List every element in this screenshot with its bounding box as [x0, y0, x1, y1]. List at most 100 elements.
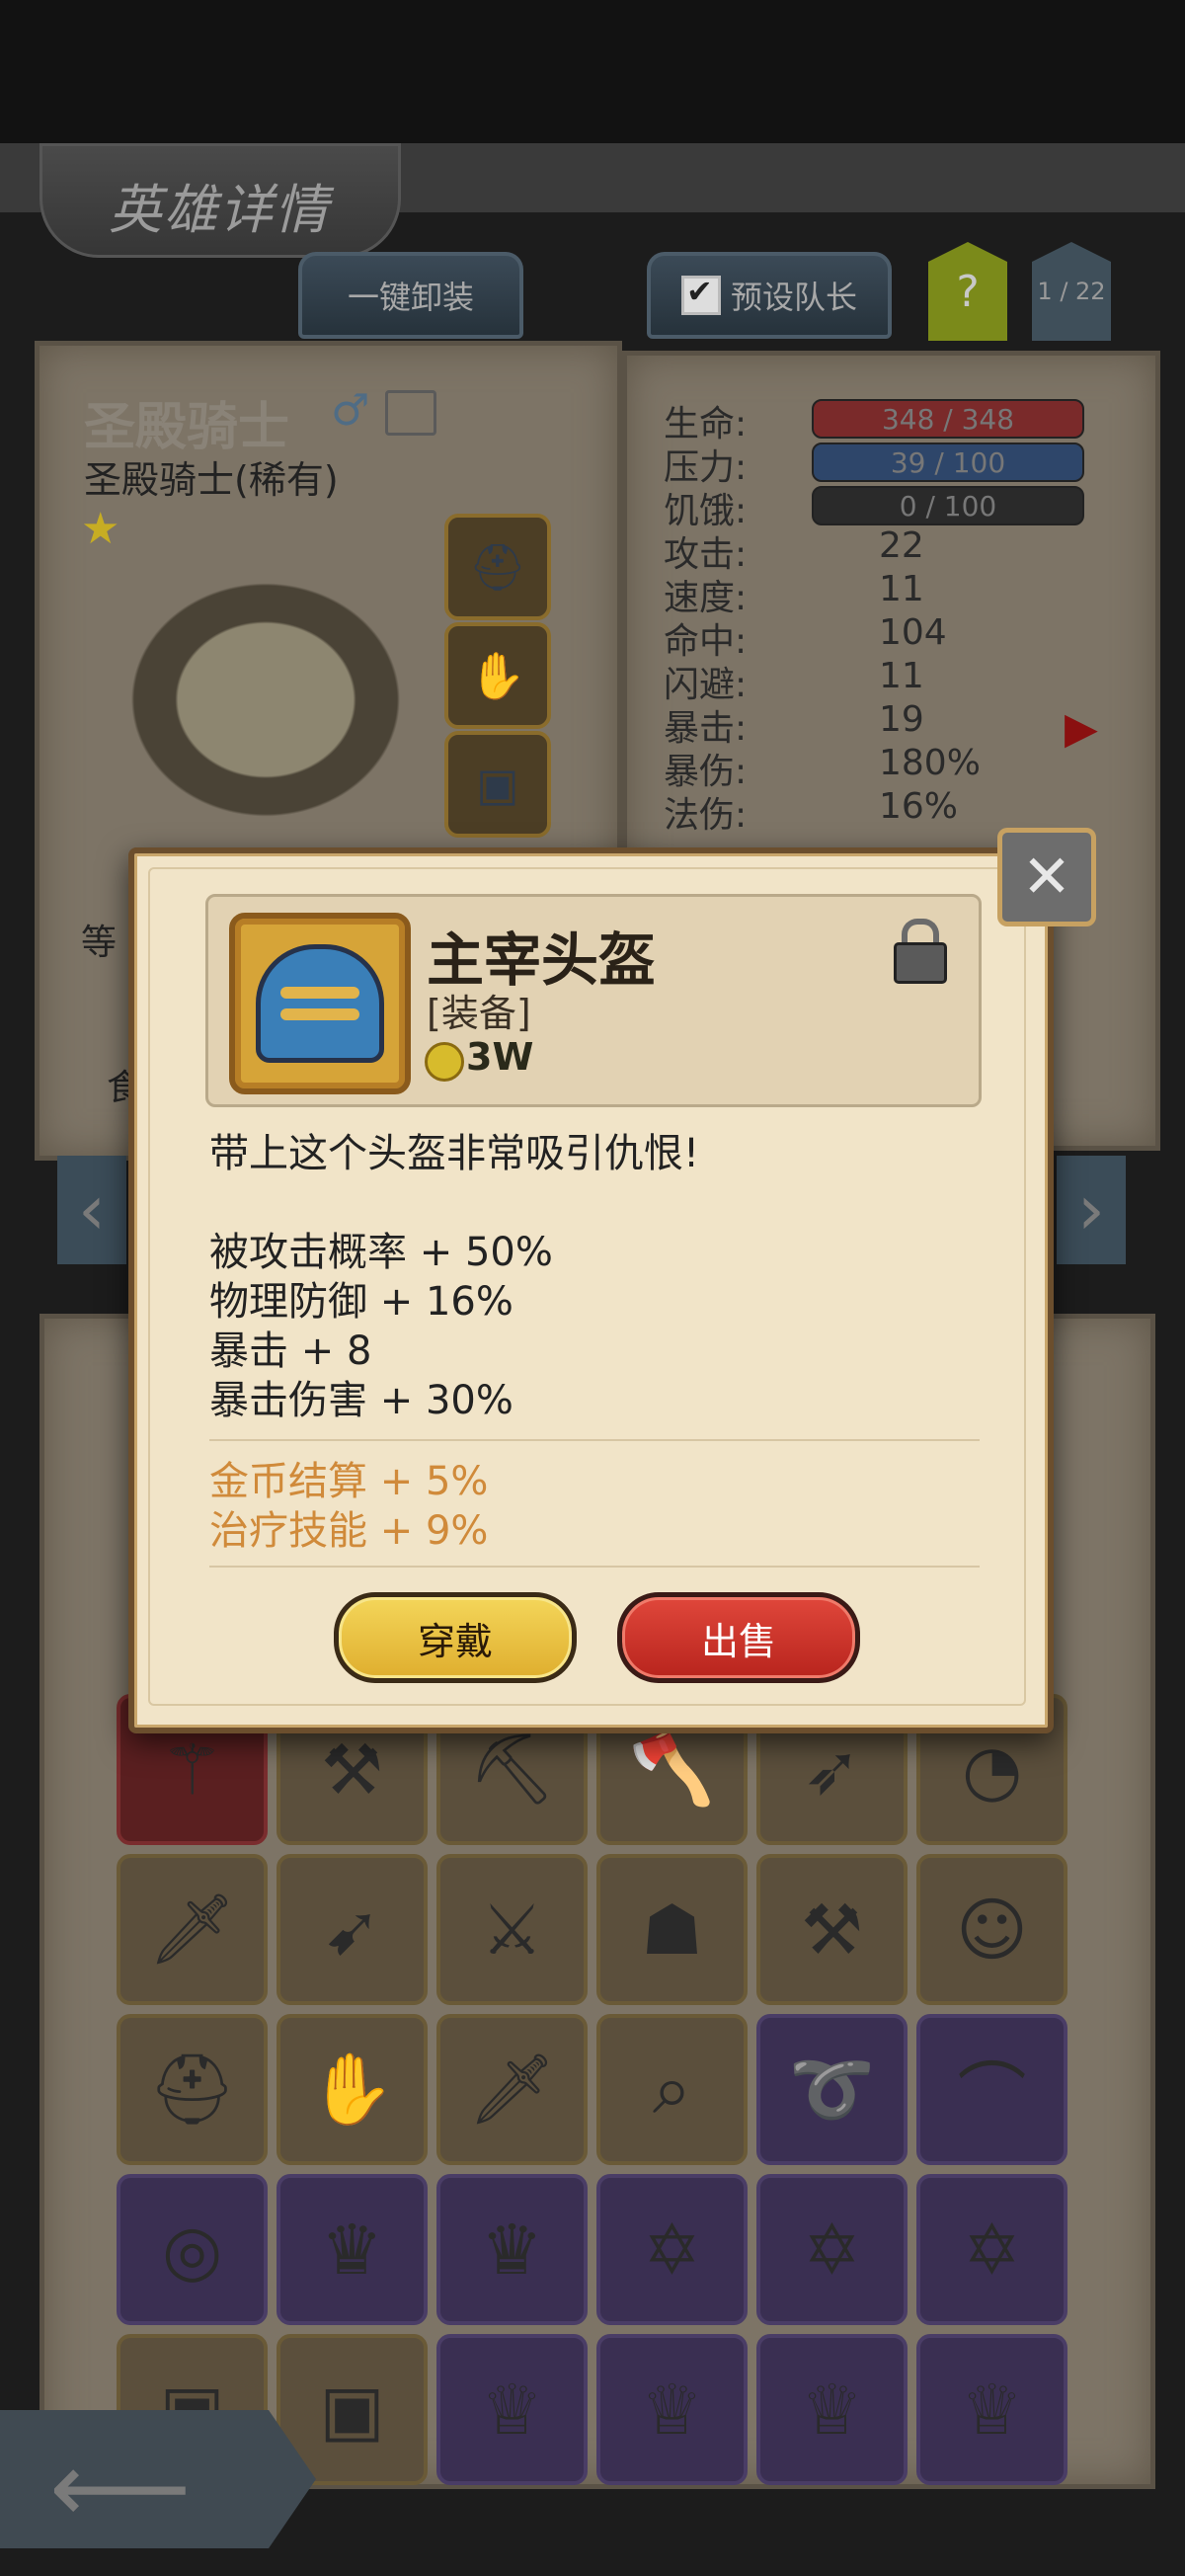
expand-arrow-icon[interactable]: ▶ [1065, 703, 1098, 754]
stat-bar: 39 / 100 [812, 443, 1084, 482]
stat-label: 法伤: [664, 795, 748, 836]
stat-bar: 348 / 348 [812, 399, 1084, 439]
inventory-slot[interactable]: ☺ [916, 1854, 1067, 2005]
stat-value: 104 [879, 612, 947, 653]
page-indicator[interactable]: 1 / 22 [1032, 242, 1111, 341]
doll-icon: ☺ [956, 1889, 1028, 1971]
prev-hero-arrow-icon[interactable]: ‹ [57, 1156, 126, 1264]
battle-axe-icon: ⚒ [801, 1889, 863, 1971]
fang-necklace-icon: ⌒ [957, 2054, 1027, 2135]
stat-value: 22 [879, 525, 924, 566]
item-price: 3W [466, 1035, 534, 1079]
item-bonus-line: 治疗技能 + 9% [209, 1508, 489, 1554]
claw-glove-icon: ✋ [308, 2049, 396, 2130]
preset-leader-label: 预设队长 [730, 279, 857, 316]
stat-value: 16% [879, 786, 959, 827]
crown-icon: ♛ [481, 2209, 543, 2291]
stat-value: 11 [879, 569, 924, 609]
item-icon [229, 913, 411, 1094]
hero-class: 圣殿骑士(稀有) [84, 458, 339, 502]
spyglass-icon: ⌕ [652, 2049, 692, 2130]
side-label-level: 等 [81, 923, 118, 963]
flame-sword-icon: 🗡 [468, 2049, 556, 2130]
crown-icon: ♛ [321, 2209, 383, 2291]
star-icon: ★ [81, 504, 120, 554]
whip-icon: ➰ [788, 2049, 876, 2130]
equip-label: 穿戴 [417, 1619, 493, 1663]
hero-portrait [59, 553, 434, 879]
divider [209, 1566, 980, 1568]
sell-label: 出售 [700, 1619, 776, 1663]
fan-icon: ◔ [961, 1729, 1023, 1811]
page-label: 1 / 22 [1037, 278, 1106, 305]
inventory-slot[interactable]: ☗ [596, 1854, 748, 2005]
backpack-icon: ▣ [319, 2369, 385, 2451]
inventory-slot[interactable]: ◎ [117, 2174, 268, 2325]
checkbox-checked-icon[interactable] [680, 273, 721, 315]
wing-crown-icon: ♕ [961, 2369, 1023, 2451]
page-title: 英雄详情 [109, 179, 330, 241]
male-gender-icon: ♂ [331, 385, 370, 436]
star-emblem-icon: ✡ [963, 2209, 1021, 2291]
item-type: [装备] [427, 992, 531, 1035]
staff-icon: ⚚ [161, 1729, 223, 1811]
crossbow-icon: ➶ [803, 1729, 861, 1811]
divider [209, 1439, 980, 1441]
wing-crown-icon: ♕ [641, 2369, 703, 2451]
stat-value: 19 [879, 699, 924, 740]
close-icon[interactable]: ✕ [997, 828, 1096, 926]
inventory-slot[interactable]: ♕ [596, 2334, 748, 2485]
drill-lance-icon: ➹ [323, 1889, 381, 1971]
unlock-icon[interactable] [894, 919, 947, 984]
equip-slot-glove[interactable]: ✋ [444, 622, 551, 729]
belt-icon: ◎ [161, 2209, 223, 2291]
pickaxe-icon: ⛏ [468, 1729, 556, 1810]
inventory-slot[interactable]: ♕ [436, 2334, 588, 2485]
equip-slot-bag[interactable]: ▣ [444, 731, 551, 838]
equip-slot-helmet[interactable]: ⛑ [444, 514, 551, 620]
item-stat-line: 暴击伤害 + 30% [209, 1378, 514, 1423]
unload-all-label: 一键卸装 [347, 279, 474, 316]
next-hero-arrow-icon[interactable]: › [1057, 1156, 1126, 1264]
star-emblem-icon: ✡ [643, 2209, 701, 2291]
status-bar-area [0, 0, 1185, 143]
sell-button[interactable]: 出售 [617, 1592, 860, 1683]
star-emblem-icon: ✡ [803, 2209, 861, 2291]
stat-value: 180% [879, 743, 981, 783]
inventory-slot[interactable]: ➰ [756, 2014, 908, 2165]
inventory-slot[interactable]: ⛑ [117, 2014, 268, 2165]
wing-crown-icon: ♕ [801, 2369, 863, 2451]
preset-leader-toggle[interactable]: 预设队长 [647, 252, 892, 339]
mask-helmet-icon: ☗ [641, 1889, 703, 1971]
edit-name-icon[interactable] [385, 390, 436, 436]
helmet-icon [256, 944, 384, 1063]
inventory-slot[interactable]: ⚔ [436, 1854, 588, 2005]
back-arrow-icon: ⟵ [49, 2430, 192, 2545]
hammer-icon: ⚒ [321, 1729, 383, 1811]
hero-name: 圣殿骑士 [84, 398, 290, 457]
stat-value: 11 [879, 656, 924, 696]
inventory-slot[interactable]: ➹ [276, 1854, 428, 2005]
inventory-slot[interactable]: 🗡 [117, 1854, 268, 2005]
help-button[interactable]: ? [928, 242, 1007, 341]
inventory-slot[interactable]: ♕ [916, 2334, 1067, 2485]
inventory-slot[interactable]: ♕ [756, 2334, 908, 2485]
axe-icon: 🪓 [628, 1729, 716, 1810]
inventory-slot[interactable]: ✋ [276, 2014, 428, 2165]
inventory-slot[interactable]: ✡ [756, 2174, 908, 2325]
coin-icon [425, 1042, 464, 1082]
inventory-slot[interactable]: ✡ [916, 2174, 1067, 2325]
equip-button[interactable]: 穿戴 [334, 1592, 577, 1683]
inventory-slot[interactable]: ♛ [436, 2174, 588, 2325]
helmet-icon: ⛑ [148, 2049, 236, 2130]
inventory-slot[interactable]: ⚒ [756, 1854, 908, 2005]
help-label: ? [956, 266, 980, 317]
unload-all-button[interactable]: 一键卸装 [298, 252, 523, 339]
inventory-slot[interactable]: 🗡 [436, 2014, 588, 2165]
sword-icon: 🗡 [148, 1889, 236, 1970]
long-sword-icon: ⚔ [481, 1889, 543, 1971]
inventory-slot[interactable]: ⌒ [916, 2014, 1067, 2165]
inventory-slot[interactable]: ✡ [596, 2174, 748, 2325]
inventory-slot[interactable]: ⌕ [596, 2014, 748, 2165]
inventory-slot[interactable]: ♛ [276, 2174, 428, 2325]
